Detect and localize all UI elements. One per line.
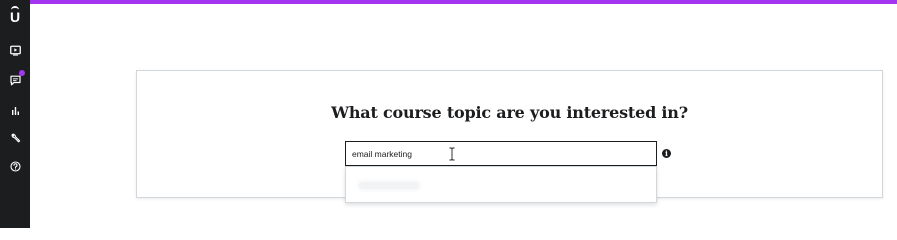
- sidebar: U: [0, 0, 30, 228]
- sidebar-item-messages[interactable]: [7, 70, 25, 88]
- play-icon: [9, 45, 21, 56]
- info-glyph: i: [665, 149, 668, 158]
- sidebar-item-tools[interactable]: [7, 130, 23, 146]
- chat-icon: [9, 75, 21, 85]
- top-accent-bar: [0, 0, 897, 4]
- sidebar-item-video[interactable]: [7, 42, 23, 58]
- topic-search-input[interactable]: [346, 142, 656, 165]
- sidebar-item-performance[interactable]: [7, 102, 23, 118]
- udemy-logo[interactable]: U: [8, 6, 22, 26]
- help-icon: [9, 160, 21, 172]
- wrench-icon: [11, 133, 20, 142]
- notification-dot: [19, 70, 25, 76]
- page-title: What course topic are you interested in?: [331, 103, 688, 122]
- autocomplete-dropdown: [345, 166, 657, 203]
- bar-chart-icon: [11, 106, 19, 115]
- logo-letter: U: [9, 9, 21, 25]
- loading-placeholder: [359, 182, 419, 189]
- sidebar-item-help[interactable]: [7, 158, 23, 174]
- info-icon[interactable]: i: [662, 149, 671, 158]
- topic-search-field[interactable]: [345, 141, 657, 166]
